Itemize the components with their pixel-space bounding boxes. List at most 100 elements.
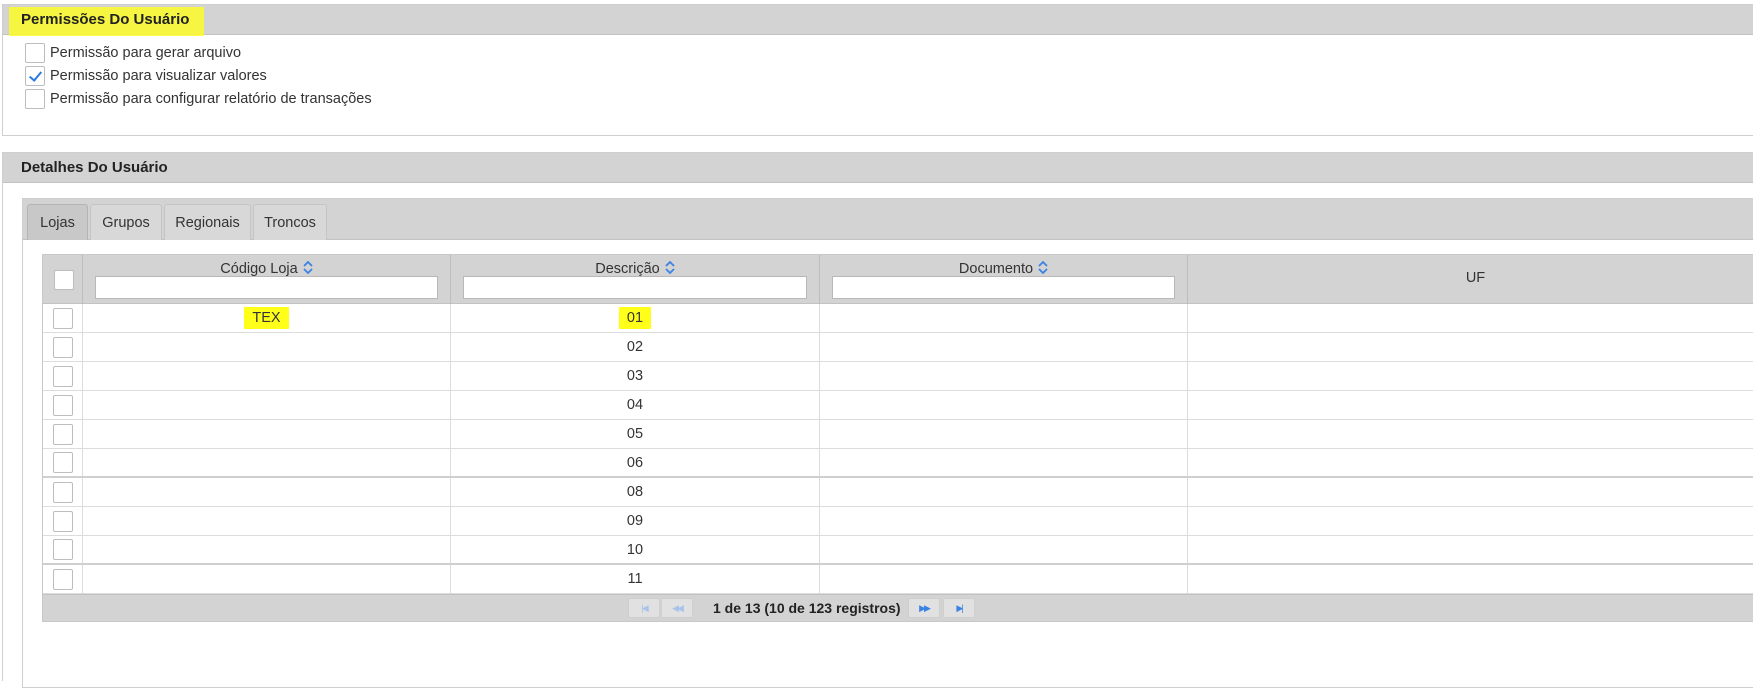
- header-codigo-loja[interactable]: Código Loja: [83, 255, 451, 304]
- permission-label: Permissão para visualizar valores: [50, 68, 267, 84]
- first-page-icon[interactable]: |◀: [628, 598, 660, 618]
- header-documento-label: Documento: [958, 261, 1034, 277]
- table-row[interactable]: TEX 01: [43, 304, 1753, 333]
- header-descricao[interactable]: Descrição: [451, 255, 820, 304]
- row-select-cell: [43, 478, 83, 506]
- tab-troncos[interactable]: Troncos: [253, 204, 327, 240]
- cell-codigo-loja: [83, 565, 451, 593]
- header-codigo-loja-title: Código Loja: [83, 260, 450, 277]
- row-select-cell: [43, 333, 83, 361]
- cell-documento: [820, 333, 1188, 361]
- pagination-info: 1 de 13 (10 de 123 registros): [713, 600, 901, 616]
- table-row[interactable]: 03: [43, 362, 1753, 391]
- cell-descricao: 01: [451, 304, 820, 332]
- table-row[interactable]: 06: [43, 449, 1753, 478]
- select-all-checkbox[interactable]: [54, 270, 74, 290]
- row-select-cell: [43, 420, 83, 448]
- last-page-icon[interactable]: ▶|: [943, 598, 975, 618]
- cell-descricao: 05: [451, 420, 820, 448]
- permission-label: Permissão para configurar relatório de t…: [50, 91, 372, 107]
- permission-label: Permissão para gerar arquivo: [50, 45, 242, 61]
- permission-checkbox-configurar-relatorio[interactable]: [25, 89, 45, 109]
- row-checkbox[interactable]: [52, 539, 73, 560]
- cell-codigo-loja: [83, 333, 451, 361]
- tab-regionais[interactable]: Regionais: [164, 204, 251, 240]
- cell-descricao-text: 05: [626, 426, 644, 442]
- cell-documento: [820, 391, 1188, 419]
- table-header: Código Loja Descrição Documento UF: [43, 255, 1753, 304]
- header-select-cell: [43, 255, 83, 304]
- cell-uf: [1188, 507, 1753, 535]
- cell-codigo-loja: [83, 449, 451, 476]
- cell-descricao: 10: [451, 536, 820, 563]
- details-panel-header: Detalhes Do Usuário: [3, 153, 1753, 183]
- sort-icon[interactable]: [303, 261, 313, 274]
- cell-uf: [1188, 304, 1753, 332]
- tab-bar: Lojas Grupos Regionais Troncos: [23, 199, 1753, 240]
- row-checkbox[interactable]: [52, 481, 73, 503]
- row-checkbox[interactable]: [52, 568, 73, 590]
- row-checkbox[interactable]: [52, 452, 73, 473]
- cell-codigo-loja: [83, 478, 451, 506]
- cell-documento: [820, 507, 1188, 535]
- cell-descricao: 03: [451, 362, 820, 390]
- row-select-cell: [43, 449, 83, 476]
- cell-codigo-loja: [83, 391, 451, 419]
- permission-row-visualizar-valores[interactable]: Permissão para visualizar valores: [25, 66, 267, 86]
- table-row[interactable]: 08: [43, 478, 1753, 507]
- cell-documento: [820, 449, 1188, 476]
- cell-uf: [1188, 362, 1753, 390]
- row-select-cell: [43, 391, 83, 419]
- row-checkbox[interactable]: [52, 365, 73, 387]
- cell-documento: [820, 420, 1188, 448]
- table-body: TEX 01 02 03 04 05 06 08 09 10 11: [43, 304, 1753, 594]
- header-codigo-loja-label: Código Loja: [220, 261, 298, 277]
- row-checkbox[interactable]: [52, 307, 73, 329]
- header-descricao-title: Descrição: [451, 260, 819, 277]
- cell-uf: [1188, 478, 1753, 506]
- row-select-cell: [43, 565, 83, 593]
- table-row[interactable]: 05: [43, 420, 1753, 449]
- table-row[interactable]: 09: [43, 507, 1753, 536]
- cell-descricao: 09: [451, 507, 820, 535]
- permission-checkbox-visualizar-valores[interactable]: [25, 66, 45, 86]
- cell-descricao: 11: [451, 565, 820, 593]
- pagination-bar: |◀ ◀◀ 1 de 13 (10 de 123 registros) ▶▶ ▶…: [43, 594, 1753, 621]
- filter-codigo-loja-input[interactable]: [95, 276, 438, 299]
- permissions-panel-header: Permissões Do Usuário: [3, 5, 1753, 36]
- sort-icon[interactable]: [1038, 261, 1048, 274]
- cell-codigo-loja: TEX: [83, 304, 451, 332]
- cell-codigo-loja: [83, 507, 451, 535]
- prev-page-icon[interactable]: ◀◀: [661, 598, 693, 618]
- permission-checkbox-gerar-arquivo[interactable]: [25, 43, 45, 63]
- cell-documento: [820, 362, 1188, 390]
- row-checkbox[interactable]: [52, 394, 73, 416]
- tab-grupos[interactable]: Grupos: [90, 204, 162, 240]
- cell-descricao-text: 06: [626, 454, 644, 471]
- redacted-area: [1485, 340, 1585, 344]
- cell-descricao-text: 03: [626, 368, 644, 384]
- table-row[interactable]: 11: [43, 565, 1753, 594]
- permission-row-configurar-relatorio[interactable]: Permissão para configurar relatório de t…: [25, 89, 372, 109]
- table-row[interactable]: 10: [43, 536, 1753, 565]
- tab-lojas[interactable]: Lojas: [27, 204, 88, 240]
- table-row[interactable]: 02: [43, 333, 1753, 362]
- row-checkbox[interactable]: [52, 336, 73, 358]
- row-checkbox[interactable]: [52, 510, 73, 532]
- filter-descricao-input[interactable]: [463, 276, 807, 299]
- cell-uf: [1188, 333, 1753, 361]
- row-checkbox[interactable]: [52, 423, 73, 445]
- sort-icon[interactable]: [665, 261, 675, 274]
- permissions-panel: Permissões Do Usuário Permissão para ger…: [2, 4, 1753, 136]
- filter-documento-input[interactable]: [832, 276, 1175, 299]
- row-select-cell: [43, 536, 83, 563]
- header-documento-title: Documento: [820, 260, 1187, 277]
- cell-documento: [820, 478, 1188, 506]
- next-page-icon[interactable]: ▶▶: [908, 598, 940, 618]
- table-row[interactable]: 04: [43, 391, 1753, 420]
- permission-row-gerar-arquivo[interactable]: Permissão para gerar arquivo: [25, 43, 241, 63]
- row-select-cell: [43, 362, 83, 390]
- cell-uf: [1188, 449, 1753, 476]
- cell-codigo-loja: [83, 536, 451, 563]
- header-documento[interactable]: Documento: [820, 255, 1188, 304]
